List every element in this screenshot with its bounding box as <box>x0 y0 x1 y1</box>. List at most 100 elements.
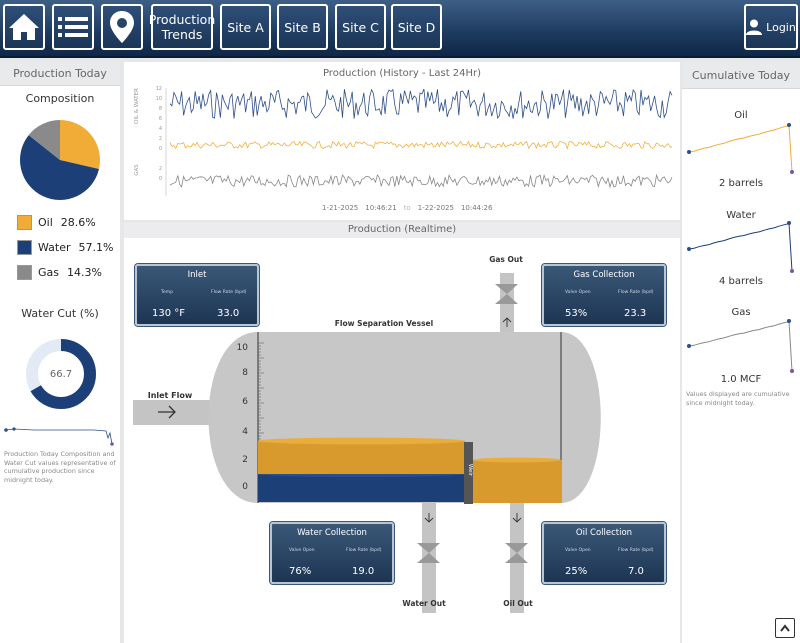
vessel-scale-label: 10 <box>237 343 249 353</box>
legend-gas-name: Gas <box>38 266 59 279</box>
oil-valve-value: 25% <box>565 566 588 577</box>
inlet-flow-label: Inlet Flow <box>148 391 193 400</box>
history-title: Production (History - Last 24Hr) <box>322 68 482 79</box>
gas-out-label: Gas Out <box>489 255 523 264</box>
history-start-time: 10:46:21 <box>365 204 397 212</box>
cumulative-note: Values displayed are cumulative since mi… <box>686 390 790 407</box>
list-icon <box>58 17 88 37</box>
history-end-date: 1-22-2025 <box>417 204 454 212</box>
oil-compartment-level <box>473 460 562 503</box>
history-end-time: 10:44:26 <box>460 204 493 212</box>
map-pin-icon <box>110 11 134 43</box>
production-today-note: Production Today Composition and Water C… <box>4 450 116 484</box>
site-c-button[interactable]: Site C <box>335 4 386 50</box>
history-ylabel-oil-water: OIL & WATER <box>134 88 140 124</box>
water-label-valve: Valve Open <box>289 548 315 553</box>
login-button[interactable]: Login <box>744 4 798 50</box>
history-time-range: 1-21-2025 10:46:21 to 1-22-2025 10:44:26 <box>322 204 492 212</box>
cumulative-oil-chart <box>687 123 794 174</box>
oil-label-valve: Valve Open <box>565 548 591 553</box>
gas-swatch <box>17 265 32 280</box>
water-card-title: Water Collection <box>297 528 367 538</box>
gas-card-title: Gas Collection <box>573 270 635 280</box>
water-label-flow: Flow Rate (bpd) <box>346 548 382 553</box>
gas-label-flow: Flow Rate (bpd) <box>618 290 654 295</box>
site-b-button[interactable]: Site B <box>277 4 328 50</box>
oil-level <box>258 441 465 474</box>
history-ylabel-gas: GAS <box>134 164 140 176</box>
legend-water-pct: 57.1% <box>78 241 114 254</box>
weir-label: Weir <box>467 464 473 477</box>
history-ytick: 2 <box>159 136 162 142</box>
legend-oil: Oil 28.6% <box>17 215 96 230</box>
legend-oil-pct: 28.6% <box>60 216 96 229</box>
history-ytick: 4 <box>159 126 162 132</box>
legend-water-name: Water <box>38 241 71 254</box>
cumulative-oil-value: 2 barrels <box>719 178 763 189</box>
site-d-button[interactable]: Site D <box>391 4 442 50</box>
vessel-scale-label: 2 <box>242 455 248 465</box>
chevron-up-icon <box>780 624 790 632</box>
vessel-title: Flow Separation Vessel <box>335 319 433 328</box>
gas-label-valve: Valve Open <box>565 290 591 295</box>
legend-oil-name: Oil <box>38 216 53 229</box>
vessel-scale-label: 8 <box>242 368 248 378</box>
composition-title: Composition <box>25 92 95 105</box>
production-trends-button[interactable]: Production Trends <box>149 4 215 50</box>
scroll-top-button[interactable] <box>775 618 795 638</box>
cumulative-gas-value: 1.0 MCF <box>720 374 762 385</box>
cumulative-oil-title: Oil <box>734 110 748 121</box>
legend-gas: Gas 14.3% <box>17 265 102 280</box>
water-level <box>258 474 465 502</box>
history-ytick: 10 <box>156 96 162 102</box>
oil-flow-value: 7.0 <box>628 566 644 577</box>
history-to: to <box>403 204 411 212</box>
inlet-label-temp: Temp <box>161 290 173 295</box>
history-ytick: 12 <box>156 86 162 92</box>
realtime-panel: Production (Realtime) Inlet Flow Flow Se… <box>124 222 680 643</box>
history-chart: OIL & WATER GAS 12 10 8 6 4 2 0 2 0 <box>134 86 673 196</box>
oil-label-flow: Flow Rate (bpd) <box>618 548 654 553</box>
water-cut-value: 66.7 <box>50 369 72 380</box>
realtime-title: Production (Realtime) <box>124 222 680 238</box>
inlet-card-title: Inlet <box>187 270 207 280</box>
inlet-temp-value: 130 °F <box>152 308 186 319</box>
vessel-scale-label: 4 <box>242 427 248 437</box>
production-today-title: Production Today <box>0 62 120 86</box>
history-ytick: 8 <box>159 106 162 112</box>
water-out-label: Water Out <box>402 599 446 608</box>
cumulative-gas-chart <box>687 319 794 373</box>
inlet-label-flow: Flow Rate (bpd) <box>211 290 247 295</box>
history-ytick: 0 <box>159 146 162 152</box>
cumulative-title: Cumulative Today <box>682 62 800 89</box>
water-collection-card[interactable]: Water Collection Valve Open Flow Rate (b… <box>270 522 394 584</box>
map-button[interactable] <box>101 4 143 50</box>
user-icon <box>746 19 763 35</box>
production-today-panel: Production Today Composition Oil 28.6% W… <box>0 62 120 643</box>
login-label: Login <box>766 20 796 34</box>
gas-collection-card[interactable]: Gas Collection Valve Open Flow Rate (bpd… <box>542 264 666 326</box>
home-button[interactable] <box>3 4 45 50</box>
oil-out-label: Oil Out <box>503 599 533 608</box>
menu-button[interactable] <box>52 4 94 50</box>
inlet-card[interactable]: Inlet Temp Flow Rate (bpd) 130 °F 33.0 <box>135 264 259 326</box>
water-cut-sparkline <box>4 427 114 446</box>
site-a-button[interactable]: Site A <box>220 4 271 50</box>
gas-flow-value: 23.3 <box>624 308 647 319</box>
history-panel: Production (History - Last 24Hr) OIL & W… <box>124 62 680 220</box>
inlet-flow-value: 33.0 <box>217 308 240 319</box>
oil-collection-card[interactable]: Oil Collection Valve Open Flow Rate (bpd… <box>542 522 666 584</box>
water-flow-value: 19.0 <box>352 566 375 577</box>
vessel-scale-label: 0 <box>242 482 248 492</box>
composition-pie-chart <box>19 120 100 201</box>
top-navigation-bar: Production Trends Site A Site B Site C S… <box>0 0 800 58</box>
history-ytick: 6 <box>159 116 162 122</box>
vessel-scale-label: 6 <box>242 397 248 407</box>
home-icon <box>9 14 39 40</box>
cumulative-water-value: 4 barrels <box>719 276 763 287</box>
oil-card-title: Oil Collection <box>575 528 633 538</box>
water-swatch <box>17 240 32 255</box>
water-cut-title: Water Cut (%) <box>21 307 99 320</box>
water-valve-value: 76% <box>289 566 312 577</box>
gas-valve-value: 53% <box>565 308 588 319</box>
